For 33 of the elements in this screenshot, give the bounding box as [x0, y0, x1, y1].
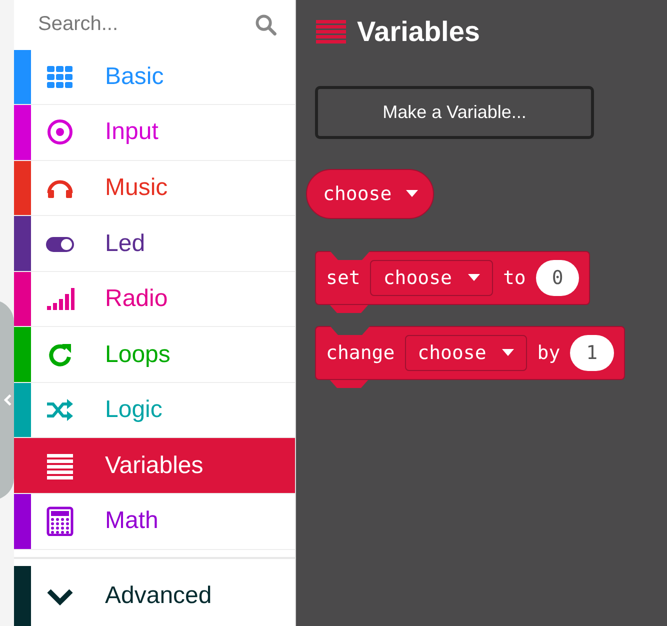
number-input[interactable]: 0	[536, 260, 580, 296]
block-tab	[329, 379, 369, 389]
variable-dropdown[interactable]: choose	[404, 335, 528, 371]
category-item[interactable]: Variables	[14, 438, 295, 494]
caret-icon	[406, 190, 418, 198]
block-notch	[330, 251, 370, 261]
calculator-icon	[45, 506, 75, 536]
category-item[interactable]: Input	[14, 105, 295, 161]
category-item[interactable]: Music	[14, 160, 295, 216]
category-item[interactable]: Logic	[14, 382, 295, 438]
variable-dropdown[interactable]: choose	[370, 260, 493, 296]
block-notch	[330, 326, 370, 336]
make-variable-button[interactable]: Make a Variable...	[315, 86, 594, 139]
category-item[interactable]: Basic	[14, 50, 295, 106]
block-keyword: to	[502, 267, 526, 289]
caret-icon	[468, 274, 480, 282]
search-field[interactable]: Search...	[36, 12, 255, 38]
category-item[interactable]: Math	[14, 494, 295, 550]
category-item[interactable]: Radio	[14, 272, 295, 328]
search-icon[interactable]	[255, 14, 277, 36]
flyout-title: Variables	[357, 16, 480, 48]
variable-block[interactable]: choose	[306, 169, 434, 219]
category-item[interactable]: Led	[14, 216, 295, 272]
block-keyword: set	[326, 267, 360, 289]
block-keyword: by	[537, 342, 560, 364]
category-item[interactable]: Loops	[14, 327, 295, 383]
number-input[interactable]: 1	[570, 335, 614, 371]
caret-icon	[502, 349, 514, 357]
block-keyword: change	[326, 342, 395, 364]
chevron-left-icon	[4, 392, 12, 408]
advanced-item[interactable]: Advanced	[14, 566, 295, 626]
target-icon	[45, 117, 75, 148]
block-tab	[329, 304, 369, 314]
